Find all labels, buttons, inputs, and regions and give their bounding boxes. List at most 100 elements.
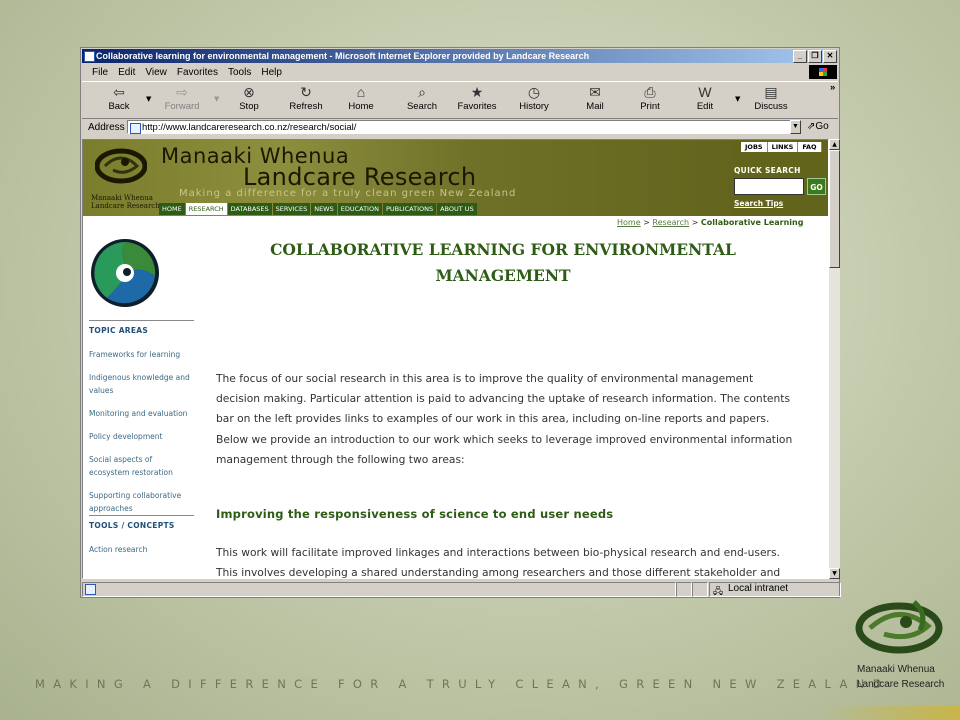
- history-button[interactable]: ◷ History: [516, 84, 552, 112]
- address-url: http://www.landcareresearch.co.nz/resear…: [142, 122, 357, 133]
- close-button[interactable]: ✕: [823, 50, 837, 63]
- nav-news[interactable]: NEWS: [311, 203, 337, 215]
- window-title: Collaborative learning for environmental…: [96, 51, 590, 61]
- discuss-button[interactable]: ▤ Discuss: [751, 84, 791, 112]
- nav-about-us[interactable]: ABOUT US: [437, 203, 477, 215]
- browser-window: Collaborative learning for environmental…: [80, 47, 841, 598]
- forward-dropdown-icon[interactable]: ▼: [214, 95, 219, 103]
- history-icon: ◷: [527, 84, 541, 100]
- sidebar-item-indigenous[interactable]: Indigenous knowledge and values: [89, 371, 194, 397]
- sidebar-item-monitoring[interactable]: Monitoring and evaluation: [89, 407, 194, 420]
- address-input[interactable]: http://www.landcareresearch.co.nz/resear…: [127, 120, 801, 134]
- nav-publications[interactable]: PUBLICATIONS: [382, 203, 437, 215]
- nav-services[interactable]: SERVICES: [272, 203, 311, 215]
- breadcrumb: Home > Research > Collaborative Learning: [617, 218, 804, 227]
- intranet-icon: 🖧: [713, 586, 724, 596]
- forward-arrow-icon: ⇨: [176, 84, 188, 100]
- menu-tools[interactable]: Tools: [228, 67, 251, 78]
- sidebar-divider: [89, 320, 194, 321]
- address-label: Address: [88, 122, 125, 133]
- stop-button[interactable]: ⊗ Stop: [234, 84, 264, 112]
- scroll-down-icon[interactable]: ▼: [829, 568, 840, 579]
- menu-edit[interactable]: Edit: [118, 67, 135, 78]
- maximize-button[interactable]: ❐: [808, 50, 822, 63]
- sidebar-item-social-aspects[interactable]: Social aspects of ecosystem restoration: [89, 453, 194, 479]
- quick-search-go-button[interactable]: GO: [807, 178, 826, 195]
- topic-areas-heading: TOPIC AREAS: [89, 326, 149, 335]
- landcare-logo-icon: [855, 600, 943, 654]
- home-button[interactable]: ⌂ Home: [346, 84, 376, 112]
- page-viewport: Manaaki Whenua Landcare Research Manaaki…: [82, 139, 829, 579]
- tools-concepts-heading: TOOLS / CONCEPTS: [89, 521, 175, 530]
- menu-favorites[interactable]: Favorites: [177, 67, 218, 78]
- word-doc-icon: W: [698, 84, 712, 100]
- koru-swirl-logo-icon: [91, 239, 159, 307]
- quick-search-input[interactable]: [734, 178, 804, 195]
- sidebar-divider: [89, 515, 194, 516]
- go-button[interactable]: ⇗Go: [807, 121, 829, 132]
- slide-tagline: MAKING A DIFFERENCE FOR A TRULY CLEAN, G…: [35, 677, 890, 691]
- nav-research[interactable]: RESEARCH: [185, 203, 227, 215]
- nav-databases[interactable]: DATABASES: [227, 203, 272, 215]
- breadcrumb-current: Collaborative Learning: [700, 218, 804, 227]
- corner-logo-line1: Manaaki Whenua: [857, 664, 935, 675]
- scroll-up-icon[interactable]: ▲: [829, 139, 840, 150]
- page-icon: [130, 123, 141, 134]
- favorites-button[interactable]: ★ Favorites: [455, 84, 499, 112]
- printer-icon: ⎙: [644, 84, 656, 100]
- brand-small-line1: Manaaki Whenua: [91, 194, 153, 202]
- page-title: COLLABORATIVE LEARNING FOR ENVIRONMENTAL…: [270, 240, 736, 285]
- toolbar-overflow-button[interactable]: »: [830, 82, 835, 93]
- section-paragraph: This work will facilitate improved linka…: [216, 546, 781, 579]
- page-done-icon: [85, 584, 96, 595]
- mail-icon: ✉: [589, 84, 601, 100]
- menu-view[interactable]: View: [145, 67, 167, 78]
- link-faq[interactable]: FAQ: [798, 142, 822, 152]
- zone-label: Local intranet: [728, 583, 789, 594]
- forward-button[interactable]: ⇨ Forward: [162, 84, 202, 112]
- search-tips-link[interactable]: Search Tips: [734, 199, 783, 208]
- menu-bar: File Edit View Favorites Tools Help: [82, 64, 838, 80]
- edit-button[interactable]: W Edit: [692, 84, 718, 112]
- refresh-icon: ↻: [300, 84, 312, 100]
- search-button[interactable]: ⌕ Search: [402, 84, 442, 112]
- stop-icon: ⊗: [243, 84, 255, 100]
- mail-button[interactable]: ✉ Mail: [580, 84, 610, 112]
- sidebar-item-supporting[interactable]: Supporting collaborative approaches: [89, 489, 194, 515]
- menu-help[interactable]: Help: [261, 67, 282, 78]
- link-links[interactable]: LINKS: [767, 142, 799, 152]
- sidebar-item-frameworks[interactable]: Frameworks for learning: [89, 348, 194, 361]
- koru-logo-icon: [95, 148, 147, 184]
- edit-dropdown-icon[interactable]: ▼: [735, 95, 740, 103]
- nav-education[interactable]: EDUCATION: [337, 203, 382, 215]
- brand-small-line2: Landcare Research: [91, 202, 160, 210]
- minimize-button[interactable]: _: [793, 50, 807, 63]
- refresh-button[interactable]: ↻ Refresh: [286, 84, 326, 112]
- top-links: JOBS LINKS FAQ: [741, 142, 822, 152]
- site-tagline: Making a difference for a truly clean gr…: [179, 188, 517, 199]
- toolbar: ⇦ Back ▼ ⇨ Forward ▼ ⊗ Stop ↻ Refresh ⌂ Home …: [82, 81, 838, 119]
- intro-paragraph: The focus of our social research in this…: [216, 372, 793, 466]
- brand-name-english: Landcare Research: [243, 163, 477, 191]
- back-dropdown-icon[interactable]: ▼: [146, 95, 151, 103]
- print-button[interactable]: ⎙ Print: [635, 84, 665, 112]
- ie-icon: [84, 51, 95, 62]
- home-icon: ⌂: [356, 84, 366, 100]
- nav-home[interactable]: HOME: [159, 203, 185, 215]
- back-button[interactable]: ⇦ Back: [104, 84, 134, 112]
- sidebar-item-policy[interactable]: Policy development: [89, 430, 194, 443]
- vertical-scrollbar[interactable]: ▲ ▼: [829, 139, 840, 579]
- quick-search-label: QUICK SEARCH: [734, 166, 801, 175]
- breadcrumb-research[interactable]: Research: [652, 218, 689, 227]
- address-dropdown-button[interactable]: ▼: [790, 120, 801, 134]
- breadcrumb-home[interactable]: Home: [617, 218, 641, 227]
- site-nav: HOME RESEARCH DATABASES SERVICES NEWS ED…: [159, 203, 477, 215]
- link-jobs[interactable]: JOBS: [741, 142, 768, 152]
- sidebar-item-action-research[interactable]: Action research: [89, 543, 194, 556]
- status-bar: 🖧 Local intranet: [82, 581, 841, 597]
- address-bar: Address http://www.landcareresearch.co.n…: [82, 119, 838, 137]
- menu-file[interactable]: File: [92, 67, 108, 78]
- windows-logo-icon: [809, 65, 837, 79]
- corner-accent: [820, 706, 960, 720]
- scroll-thumb[interactable]: [829, 150, 840, 268]
